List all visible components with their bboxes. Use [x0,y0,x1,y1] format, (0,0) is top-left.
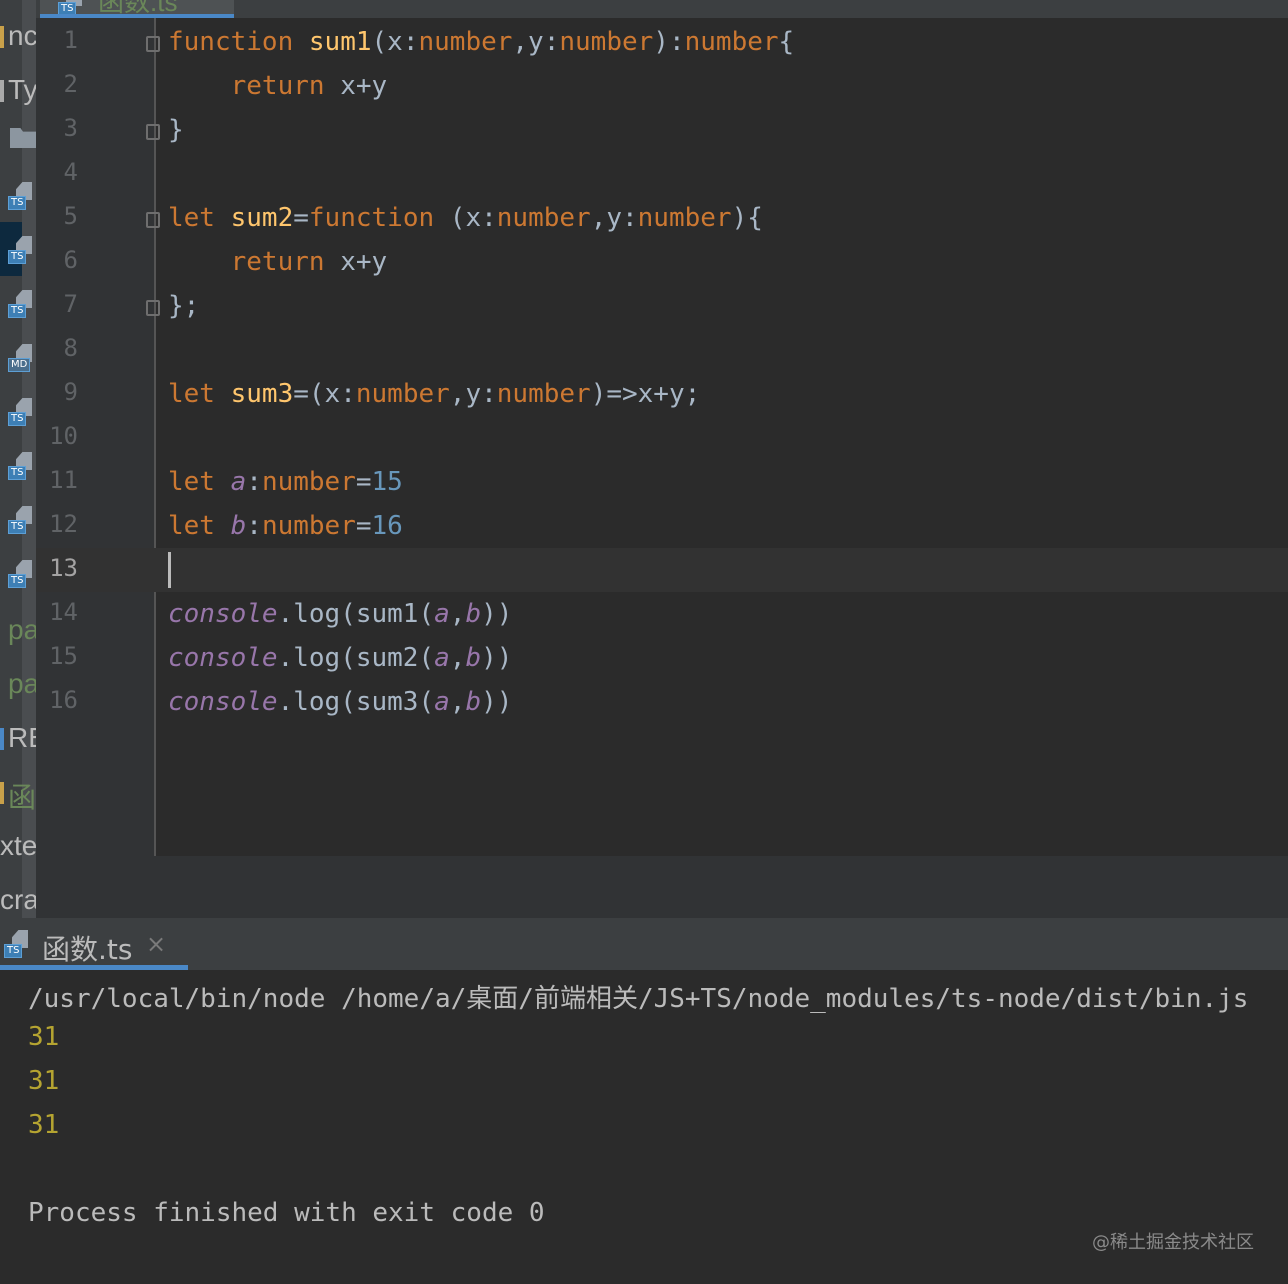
line-number: 7 [63,290,78,318]
line-number: 14 [49,598,78,626]
line-number: 12 [49,510,78,538]
line-number: 10 [49,422,78,450]
line-number: 11 [49,466,78,494]
sidebar-item-label[interactable]: cra [0,884,36,916]
fold-marker-icon[interactable] [146,124,160,140]
code-line[interactable]: return x+y [168,64,388,108]
code-line[interactable]: console.log(sum3(a,b)) [168,680,512,724]
code-text: let sum2=function (x:number,y:number){ [168,203,763,233]
project-sidebar[interactable]: nc Ty TS TS TS MD TS TS TS TS pa pa RE 函… [0,0,36,918]
file-type-tag: TS [8,520,27,534]
current-line-highlight [36,548,1288,592]
code-line[interactable]: let sum2=function (x:number,y:number){ [168,196,763,240]
line-number: 6 [63,246,78,274]
code-line[interactable]: } [168,108,184,152]
code-line[interactable]: }; [168,284,199,328]
line-number: 9 [63,378,78,406]
fold-marker-icon[interactable] [146,300,160,316]
console-output: 31 [28,1110,60,1140]
console-output: 31 [28,1022,60,1052]
file-marker [0,782,4,804]
watermark: @稀土掘金技术社区 [1092,1232,1254,1253]
code-line[interactable]: let sum3=(x:number,y:number)=>x+y; [168,372,700,416]
file-type-tag: TS [8,412,27,426]
ts-file-icon: TS [4,928,32,958]
editor-tab[interactable]: TS 函数.ts [40,0,234,18]
code-line[interactable]: let a:number=15 [168,460,403,504]
run-tab-strip: TS 函数.ts × [0,918,1288,970]
code-text: return x+y [230,71,388,101]
console-output: 31 [28,1066,60,1096]
code-line[interactable]: return x+y [168,240,388,284]
code-line[interactable]: let b:number=16 [168,504,403,548]
console-exit-message: Process finished with exit code 0 [28,1198,545,1228]
editor-tab-strip: TS 函数.ts [36,0,1288,18]
sidebar-item-label[interactable]: pa [8,614,36,646]
file-type-tag: TS [8,466,27,480]
sidebar-item-label[interactable]: pa [8,668,36,700]
console-command: /usr/local/bin/node /home/a/桌面/前端相关/JS+T… [28,984,1249,1014]
code-text: }; [168,291,200,321]
file-marker [0,26,4,48]
ts-file-icon[interactable]: TS [8,450,36,480]
ts-file-icon[interactable]: TS [8,504,36,534]
file-marker [0,80,4,102]
line-number: 4 [63,158,78,186]
md-file-icon[interactable]: MD [8,342,36,372]
code-line[interactable]: console.log(sum1(a,b)) [168,592,512,636]
file-type-tag: MD [8,358,31,372]
line-number: 8 [63,334,78,362]
file-type-tag: TS [8,250,27,264]
ts-file-icon[interactable]: TS [8,234,36,264]
line-number: 16 [49,686,78,714]
fold-marker-icon[interactable] [146,212,160,228]
code-text: let a:number=15 [168,467,403,497]
line-number: 3 [63,114,78,142]
file-marker [0,728,4,750]
editor-bottom-area [36,856,1288,918]
ts-file-icon[interactable]: TS [8,558,36,588]
sidebar-item-label[interactable]: Ty [8,74,36,106]
code-text: function sum1(x:number,y:number):number{ [168,27,795,57]
file-type-tag: TS [8,574,27,588]
run-tab-label: 函数.ts [42,933,133,966]
line-number: 1 [63,26,78,54]
code-text: console.log(sum2(a,b)) [168,643,513,673]
sidebar-item-label[interactable]: 函 [8,776,36,816]
fold-marker-icon[interactable] [146,36,160,52]
ts-file-icon[interactable]: TS [8,288,36,318]
line-number: 15 [49,642,78,670]
code-text: console.log(sum1(a,b)) [168,599,513,629]
sidebar-item-label[interactable]: nc [8,20,36,52]
ts-file-icon[interactable]: TS [8,396,36,426]
code-line[interactable]: console.log(sum2(a,b)) [168,636,512,680]
sidebar-item-label[interactable]: xte [0,830,36,862]
sidebar-item-label[interactable]: RE [8,722,36,754]
line-number: 5 [63,202,78,230]
ts-file-icon[interactable]: TS [8,180,36,210]
file-type-tag: TS [8,196,27,210]
code-text: return x+y [230,247,388,277]
code-text: console.log(sum3(a,b)) [168,687,513,717]
close-icon[interactable]: × [146,930,166,958]
run-tab[interactable]: TS 函数.ts × [0,918,188,970]
code-editor[interactable] [156,18,1288,856]
code-line[interactable]: function sum1(x:number,y:number):number{ [168,20,794,64]
line-number: 13 [49,554,78,582]
file-type-tag: TS [4,944,23,958]
text-caret [168,552,171,588]
file-type-tag: TS [8,304,27,318]
code-text: let sum3=(x:number,y:number)=>x+y; [168,379,701,409]
line-number: 2 [63,70,78,98]
code-text: } [168,115,184,145]
code-text: let b:number=16 [168,511,403,541]
